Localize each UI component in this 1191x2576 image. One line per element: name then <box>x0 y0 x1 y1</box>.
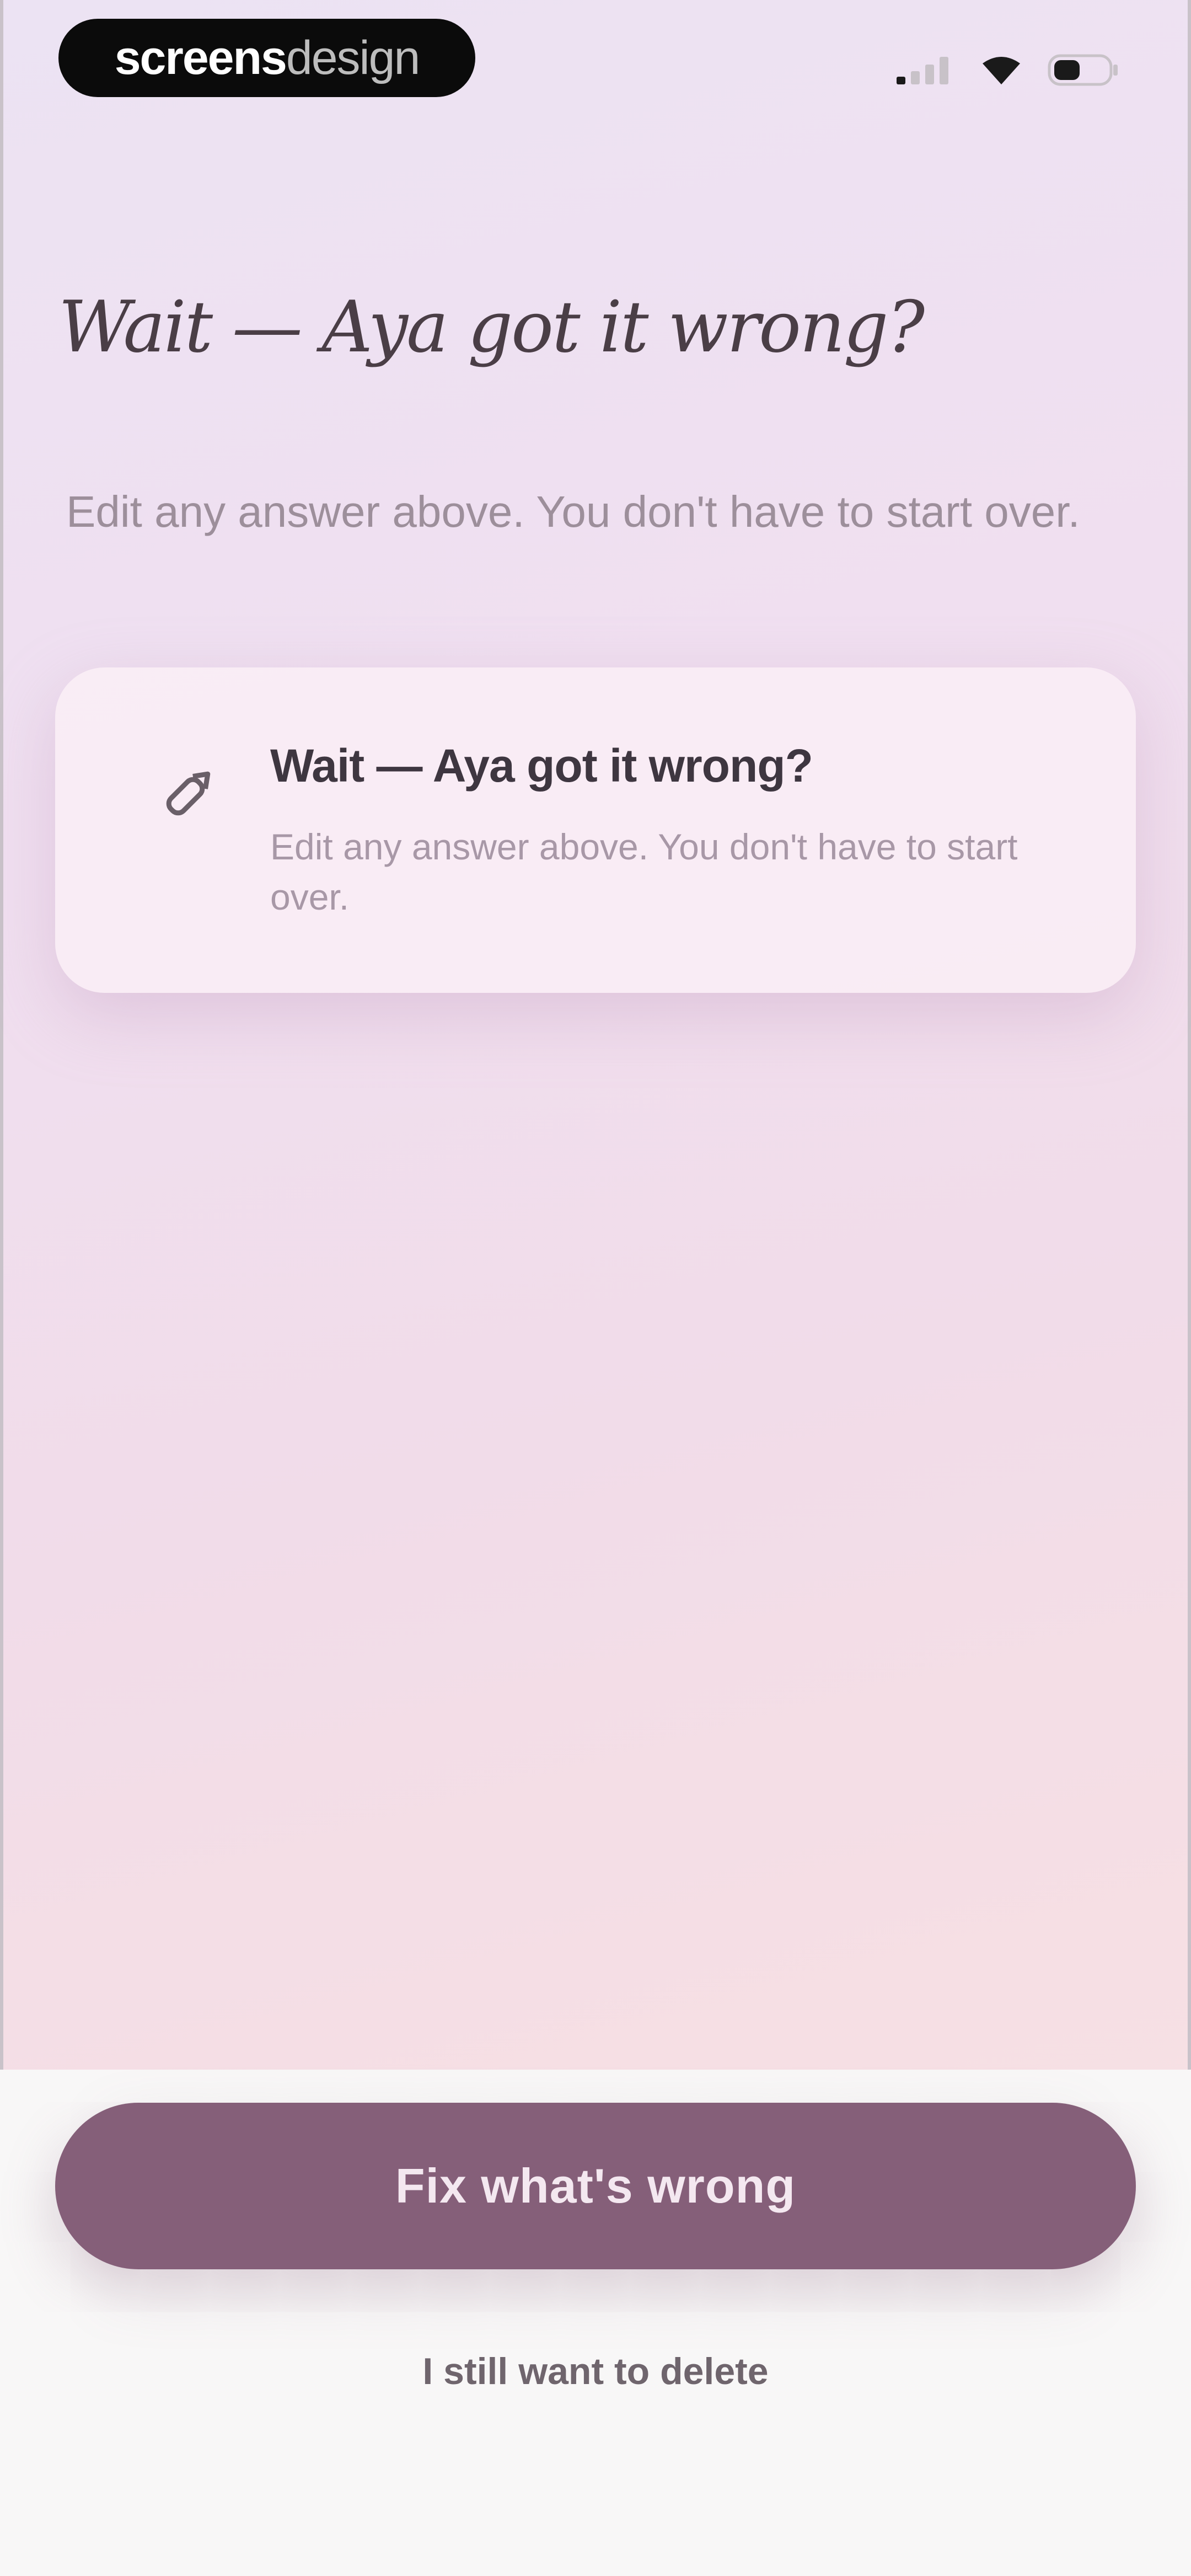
brand-text-light: design <box>286 31 420 84</box>
card-body: Edit any answer above. You don't have to… <box>270 826 1018 918</box>
app-screen: screensdesign Wait — Aya got it wrong? <box>0 0 1191 2576</box>
wifi-icon <box>979 54 1023 87</box>
battery-icon <box>1048 52 1119 88</box>
brand-text-bold: screens <box>114 31 287 84</box>
card-title: Wait — Aya got it wrong? <box>270 740 813 792</box>
page-title: Wait — Aya got it wrong? <box>58 286 925 368</box>
status-icons <box>894 51 1119 89</box>
still-delete-link[interactable]: I still want to delete <box>0 2350 1191 2393</box>
pencil-icon <box>154 761 221 827</box>
brand-badge: screens design <box>58 19 475 97</box>
page-subtitle: Edit any answer above. You don't have to… <box>66 487 1080 536</box>
fix-whats-wrong-button[interactable]: Fix what's wrong <box>55 2103 1136 2269</box>
edit-answers-card: Wait — Aya got it wrong? Edit any answer… <box>55 667 1136 993</box>
signal-icon <box>894 54 955 87</box>
